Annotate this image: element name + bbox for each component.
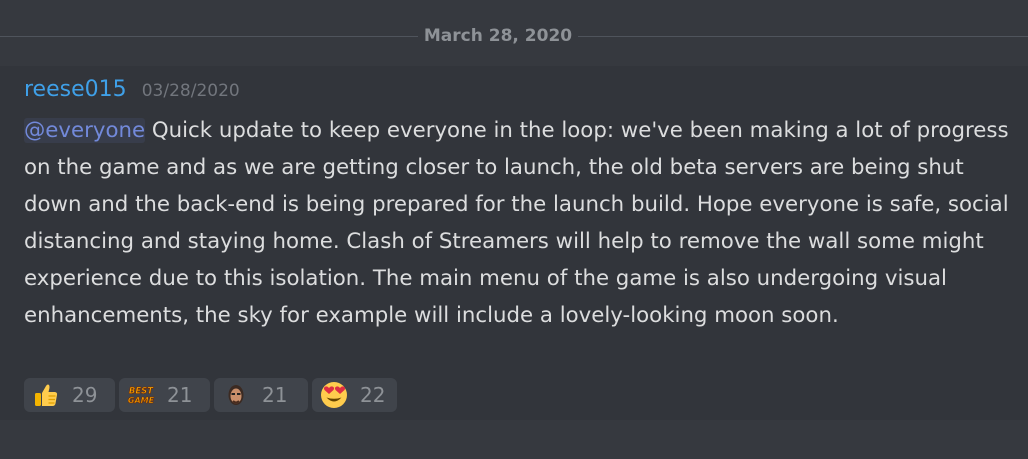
- streamer-face-emoji-icon: [222, 381, 250, 409]
- reaction-heart-eyes[interactable]: 22: [312, 378, 397, 412]
- reaction-count: 29: [72, 383, 98, 407]
- message-header: reese015 03/28/2020: [24, 76, 240, 105]
- best-game-emoji-icon: BEST GAME: [127, 381, 155, 409]
- date-divider: March 28, 2020: [0, 24, 1028, 48]
- svg-text:BEST: BEST: [129, 387, 154, 397]
- heart-eyes-emoji-icon: [320, 381, 348, 409]
- divider-line-left: [0, 36, 418, 37]
- divider-line-right: [578, 36, 1028, 37]
- reactions-bar: 29 BEST GAME 21 21 22: [24, 378, 397, 412]
- message-timestamp[interactable]: 03/28/2020: [142, 81, 240, 101]
- divider-date: March 28, 2020: [423, 26, 573, 46]
- message-text: Quick update to keep everyone in the loo…: [24, 118, 1009, 328]
- reaction-best-game[interactable]: BEST GAME 21: [119, 378, 210, 412]
- thumbs-up-icon: [32, 381, 60, 409]
- message-content: @everyone Quick update to keep everyone …: [24, 113, 1009, 334]
- chat-background: [0, 420, 1028, 459]
- everyone-mention[interactable]: @everyone: [24, 118, 146, 143]
- reaction-thumbs-up[interactable]: 29: [24, 378, 115, 412]
- reaction-count: 21: [167, 383, 193, 407]
- reaction-count: 22: [360, 383, 386, 407]
- reaction-count: 21: [262, 383, 288, 407]
- reaction-streamer-face[interactable]: 21: [214, 378, 308, 412]
- svg-text:GAME: GAME: [128, 396, 155, 405]
- chat-message[interactable]: reese015 03/28/2020 @everyone Quick upda…: [0, 66, 1028, 420]
- author-username[interactable]: reese015: [24, 77, 127, 102]
